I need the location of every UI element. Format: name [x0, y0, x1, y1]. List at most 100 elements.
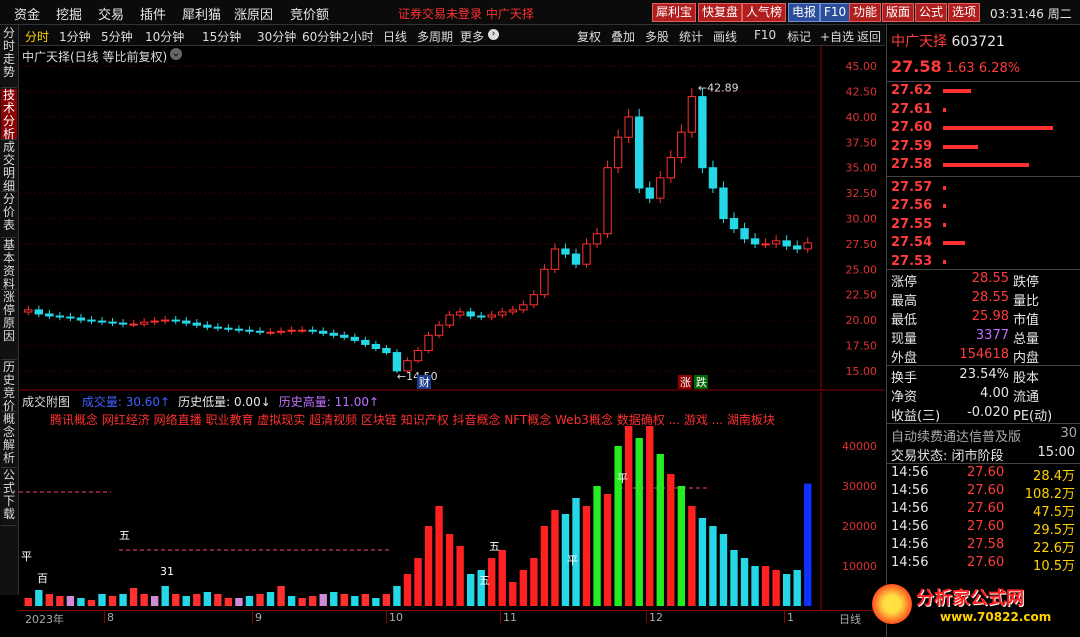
volume-bar: [35, 590, 43, 606]
order-book-price: 27.62: [891, 83, 933, 98]
stat-row: 涨停 28.55 跌停: [891, 271, 1079, 290]
tick-row: 14:56 27.60 10.5万: [891, 555, 1079, 574]
menu-item-0[interactable]: 资金: [14, 4, 40, 23]
volume-bar: [98, 594, 106, 606]
period-4[interactable]: 15分钟: [202, 28, 241, 45]
period-10[interactable]: 更多: [460, 28, 484, 45]
stat-label-2: 股本: [1013, 371, 1040, 386]
menu-item-6[interactable]: 竞价额: [290, 4, 329, 23]
toolbar-button-5[interactable]: 功能: [849, 3, 882, 22]
volume-bar: [624, 426, 633, 606]
toolbar-button-7[interactable]: 公式: [915, 3, 948, 22]
period-7[interactable]: 2小时: [342, 28, 374, 45]
volume-annotation: 百: [37, 572, 48, 585]
tick-price: 27.60: [967, 501, 1005, 516]
sidebar-tab-4[interactable]: 基本资料: [1, 239, 17, 291]
chart-tool-1[interactable]: 叠加: [611, 28, 635, 45]
price-change: 1.63: [945, 61, 975, 76]
stat-row: 净资 4.00 流通: [891, 386, 1079, 405]
toolbar-button-6[interactable]: 版面: [882, 3, 915, 22]
candle-body: [561, 248, 570, 255]
volume-bar: [330, 592, 338, 606]
sidebar-tab-8[interactable]: 公式下载: [1, 469, 17, 526]
toolbar-button-8[interactable]: 选项: [948, 3, 981, 22]
menu-item-2[interactable]: 交易: [98, 4, 124, 23]
tick-time: 14:56: [891, 465, 929, 480]
candle-body: [719, 187, 728, 219]
period-3[interactable]: 10分钟: [145, 28, 184, 45]
order-book-bar: [943, 222, 946, 227]
chart-tool-4[interactable]: 画线: [713, 28, 737, 45]
stat-row: 最低 25.98 市值: [891, 309, 1079, 328]
menu-item-4[interactable]: 犀利猫: [182, 4, 221, 23]
chart-options-chevron-icon[interactable]: ⌄: [170, 48, 182, 60]
toolbar-button-3[interactable]: 电报: [788, 3, 821, 22]
chart-tool-7[interactable]: +自选: [820, 28, 854, 45]
stat-row: 外盘 154618 内盘: [891, 347, 1079, 366]
candle-body: [582, 243, 591, 265]
stat-label: 收益(三): [891, 409, 941, 424]
menu-item-1[interactable]: 挖掘: [56, 4, 82, 23]
volume-bar: [182, 596, 190, 606]
quote-panel: 中广天择 603721 27.58 1.63 6.28% 27.62 27.61 27.…: [886, 25, 1080, 637]
candle-body: [203, 324, 212, 328]
toolbar-button-4[interactable]: F10: [820, 3, 851, 22]
volume-annotation: 五: [489, 540, 500, 553]
logo-title: 分析家公式网: [916, 588, 1024, 609]
chart-tool-6[interactable]: 标记: [787, 28, 811, 45]
sidebar-tab-3[interactable]: 分价表: [1, 193, 17, 238]
sidebar-tab-6[interactable]: 历史竞价: [1, 361, 17, 413]
menu-item-3[interactable]: 插件: [140, 4, 166, 23]
volume-bar: [782, 574, 791, 606]
candlestick-chart[interactable]: 45.00 42.50 40.00 37.50 35.00 32.50 30.00 27.50…: [19, 46, 885, 391]
period-5[interactable]: 30分钟: [257, 28, 296, 45]
chart-tool-3[interactable]: 统计: [679, 28, 703, 45]
candle-body: [150, 320, 159, 323]
period-6[interactable]: 60分钟: [302, 28, 341, 45]
period-9[interactable]: 多周期: [417, 28, 453, 45]
stock-name-code: 中广天择 603721: [891, 31, 1079, 51]
candle-body: [687, 96, 697, 133]
order-book-price: 27.57: [891, 179, 933, 195]
sidebar-tab-1[interactable]: 技术分析: [1, 89, 17, 141]
volume-bar: [646, 426, 654, 606]
candle-body: [118, 322, 128, 325]
stat-label-2: PE(动): [1013, 409, 1053, 424]
x-axis-label: 1: [787, 611, 794, 624]
chart-tool-8[interactable]: 返回: [857, 28, 881, 45]
tick-price: 27.60: [967, 555, 1005, 570]
tick-price: 27.60: [967, 483, 1005, 498]
candle-body: [234, 328, 244, 331]
more-chevron-icon[interactable]: ›: [488, 29, 499, 40]
tick-time: 14:56: [891, 483, 929, 498]
volume-annotation: 五: [479, 574, 490, 587]
tick-volume: 22.6万: [1033, 541, 1075, 556]
concept-tags[interactable]: 腾讯概念 网红经济 网络直播 职业教育 虚拟现实 超清视频 区块链 知识产权 抖…: [50, 411, 820, 428]
period-2[interactable]: 5分钟: [101, 28, 133, 45]
news-ticker[interactable]: 自动续费通达信普及版 30: [891, 426, 1079, 445]
sidebar-tab-7[interactable]: 概念解析: [1, 413, 17, 468]
candle-body: [592, 233, 602, 245]
sidebar-tab-5[interactable]: 涨停原因: [1, 291, 17, 360]
toolbar-button-0[interactable]: 犀利宝: [652, 3, 697, 22]
stat-value: 3377: [975, 328, 1009, 343]
chart-tool-5[interactable]: F10: [754, 28, 776, 42]
toolbar-button-1[interactable]: 快复盘: [698, 3, 743, 22]
period-0[interactable]: 分时: [25, 28, 49, 45]
price-pct: 6.28%: [978, 61, 1021, 76]
sub-legend-1: 历史低量: 0.00↓: [178, 395, 271, 409]
chart-tool-0[interactable]: 复权: [577, 28, 601, 45]
menu-item-5[interactable]: 涨原因: [234, 4, 273, 23]
candle-body: [308, 329, 317, 332]
period-toolbar: 分时 1分钟 5分钟 10分钟 15分钟 30分钟 60分钟 2小时 日线 多周期 更多 › 复权 叠加多…: [19, 25, 885, 46]
period-8[interactable]: 日线: [383, 28, 407, 45]
sidebar-tab-2[interactable]: 成交明细: [1, 141, 17, 193]
toolbar-button-2[interactable]: 人气榜: [742, 3, 787, 22]
candle-body: [540, 268, 549, 296]
volume-bar: [772, 570, 780, 606]
x-axis-tick: [252, 611, 253, 623]
sidebar-tab-0[interactable]: 分时走势: [1, 27, 17, 88]
y-tick-label: 40.00: [846, 111, 878, 124]
chart-tool-2[interactable]: 多股: [645, 28, 669, 45]
period-1[interactable]: 1分钟: [59, 28, 91, 45]
